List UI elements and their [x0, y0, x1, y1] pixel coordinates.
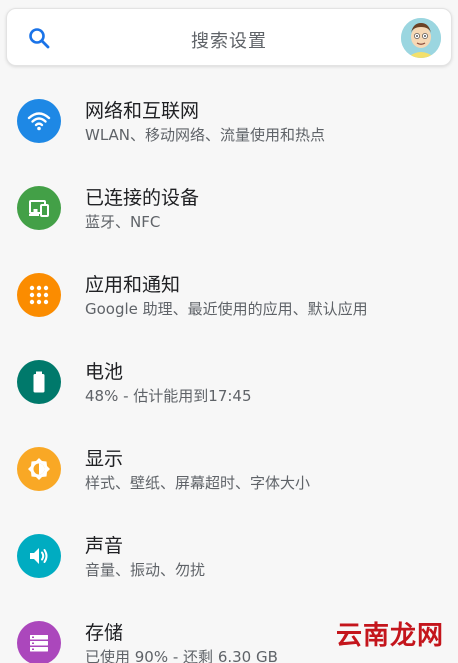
search-placeholder: 搜索设置	[191, 31, 267, 52]
settings-item-title: 电池	[85, 361, 124, 383]
settings-item-display[interactable]: 显示 样式、壁纸、屏幕超时、字体大小	[0, 422, 458, 509]
apps-icon-badge	[17, 273, 61, 317]
volume-icon	[30, 548, 48, 564]
settings-item-subtitle: 48% - 估计能用到17:45	[85, 387, 252, 405]
search-bar[interactable]: 搜索设置	[6, 8, 452, 66]
apps-grid-icon	[29, 285, 49, 305]
settings-item-connected-devices[interactable]: 已连接的设备 蓝牙、NFC	[0, 161, 458, 248]
settings-list: 网络和互联网 WLAN、移动网络、流量使用和热点 已连接的设备 蓝牙、NFC 应…	[0, 74, 458, 663]
settings-item-network[interactable]: 网络和互联网 WLAN、移动网络、流量使用和热点	[0, 74, 458, 161]
battery-icon	[33, 371, 45, 393]
settings-item-subtitle: Google 助理、最近使用的应用、默认应用	[85, 300, 368, 318]
settings-item-sound[interactable]: 声音 音量、振动、勿扰	[0, 509, 458, 596]
storage-icon	[30, 635, 48, 652]
watermark: 云南龙网	[328, 611, 444, 651]
battery-icon-badge	[17, 360, 61, 404]
settings-item-title: 应用和通知	[85, 274, 181, 296]
settings-item-battery[interactable]: 电池 48% - 估计能用到17:45	[0, 335, 458, 422]
settings-item-subtitle: 已使用 90% - 还剩 6.30 GB	[85, 648, 278, 663]
settings-item-apps[interactable]: 应用和通知 Google 助理、最近使用的应用、默认应用	[0, 248, 458, 335]
devices-icon	[29, 200, 49, 217]
settings-item-subtitle: 样式、壁纸、屏幕超时、字体大小	[85, 474, 311, 492]
settings-item-title: 存储	[85, 622, 124, 644]
avatar-image	[401, 18, 441, 58]
avatar[interactable]	[401, 18, 441, 58]
brightness-icon	[28, 458, 50, 480]
settings-item-subtitle: 音量、振动、勿扰	[85, 561, 206, 579]
settings-item-title: 已连接的设备	[85, 187, 200, 209]
settings-page: 搜索设置 网络和互联网 WLAN、移动网络、流量使用和热点 已连接的设备 蓝牙、…	[0, 0, 458, 663]
settings-item-subtitle: WLAN、移动网络、流量使用和热点	[85, 126, 326, 144]
display-icon-badge	[17, 447, 61, 491]
settings-item-subtitle: 蓝牙、NFC	[85, 213, 161, 231]
network-icon-badge	[17, 99, 61, 143]
watermark-text: 云南龙网	[335, 621, 444, 651]
settings-item-title: 声音	[85, 535, 124, 557]
settings-item-title: 网络和互联网	[85, 100, 200, 122]
wifi-icon	[27, 112, 51, 131]
settings-item-title: 显示	[85, 448, 124, 470]
connected-devices-icon-badge	[17, 186, 61, 230]
sound-icon-badge	[17, 534, 61, 578]
storage-icon-badge	[17, 621, 61, 663]
